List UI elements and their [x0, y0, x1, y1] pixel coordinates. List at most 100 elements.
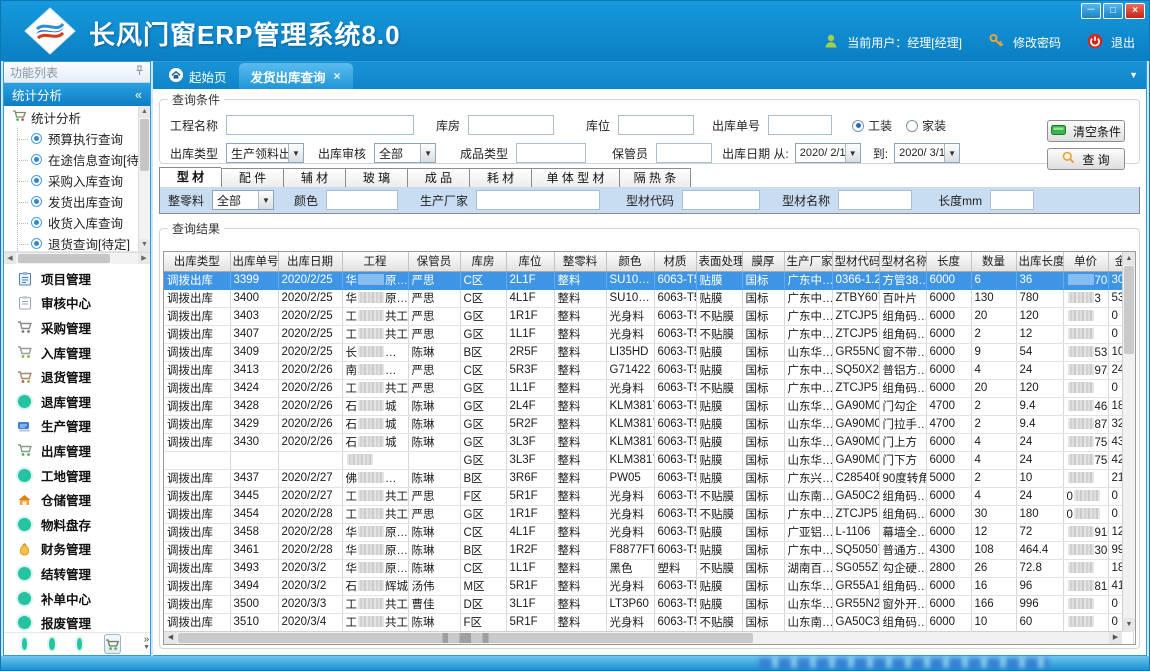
table-cell[interactable]: 窗不带…: [879, 343, 926, 361]
table-cell[interactable]: G区: [460, 451, 506, 469]
table-cell[interactable]: 陈琳: [408, 397, 460, 415]
table-cell[interactable]: 整料: [554, 433, 606, 451]
table-row[interactable]: 调拨出库34092020/2/25长…陈琳B区2R5F整料LI35HD6063-…: [164, 343, 1133, 361]
table-cell[interactable]: 6063-T5: [654, 451, 696, 469]
table-cell[interactable]: 组角码…: [879, 307, 926, 325]
table-cell[interactable]: 468: [1063, 397, 1108, 415]
table-cell[interactable]: [1063, 613, 1108, 631]
sidebar-item-生产管理[interactable]: 生产管理: [4, 414, 150, 439]
table-cell[interactable]: 6000: [926, 523, 971, 541]
table-cell[interactable]: 国标: [742, 325, 784, 343]
table-cell[interactable]: 4300: [926, 541, 971, 559]
table-cell[interactable]: 0: [1063, 505, 1108, 523]
column-header[interactable]: 膜厚: [742, 252, 784, 271]
column-header[interactable]: 库位: [506, 252, 554, 271]
table-cell[interactable]: GA90M06.: [832, 397, 879, 415]
tree-scroll-thumb[interactable]: [140, 119, 149, 171]
column-header[interactable]: 库房: [460, 252, 506, 271]
outbound-audit-select[interactable]: 全部▼: [374, 143, 436, 163]
sidebar-item-出库管理[interactable]: 出库管理: [4, 438, 150, 463]
table-cell[interactable]: 6: [971, 271, 1016, 289]
table-cell[interactable]: C28540B: [832, 469, 879, 487]
table-cell[interactable]: 6063-T5: [654, 379, 696, 397]
table-cell[interactable]: 6000: [926, 379, 971, 397]
whole-piece-select[interactable]: 全部▼: [212, 190, 274, 210]
table-cell[interactable]: 幕墙全…: [879, 523, 926, 541]
sidebar-item-退库管理[interactable]: 退库管理: [4, 389, 150, 414]
column-header[interactable]: 材质: [654, 252, 696, 271]
table-row[interactable]: 调拨出库34942020/3/2石辉城汤伟M区5R1F整料光身料6063-T5贴…: [164, 577, 1133, 595]
table-cell[interactable]: 3493: [230, 559, 278, 577]
table-row[interactable]: G区3L3F整料KLM38176063-T5贴膜国标山东华…GA90M09.门下…: [164, 451, 1133, 469]
table-cell[interactable]: 3R6F: [506, 469, 554, 487]
table-cell[interactable]: 6000: [926, 289, 971, 307]
table-cell[interactable]: 2020/2/28: [278, 541, 342, 559]
table-cell[interactable]: 整料: [554, 577, 606, 595]
table-cell[interactable]: 306: [1063, 541, 1108, 559]
table-cell[interactable]: 464.4: [1016, 541, 1063, 559]
table-cell[interactable]: 整料: [554, 271, 606, 289]
table-cell[interactable]: 国标: [742, 379, 784, 397]
table-cell[interactable]: 华原…: [342, 271, 408, 289]
table-cell[interactable]: GR55A11: [832, 577, 879, 595]
table-cell[interactable]: 6000: [926, 451, 971, 469]
table-cell[interactable]: 2020/2/26: [278, 415, 342, 433]
table-cell[interactable]: 广东中…: [784, 379, 832, 397]
table-cell[interactable]: 不贴膜: [696, 487, 742, 505]
sidebar-section-statistics[interactable]: 统计分析 «: [4, 83, 150, 106]
sidebar-item-入库管理[interactable]: 入库管理: [4, 340, 150, 365]
table-cell[interactable]: 广亚铝…: [784, 523, 832, 541]
table-cell[interactable]: 整料: [554, 379, 606, 397]
table-cell[interactable]: 长…: [342, 343, 408, 361]
table-cell[interactable]: 6063-T5: [654, 289, 696, 307]
table-cell[interactable]: 2R5F: [506, 343, 554, 361]
table-cell[interactable]: 3458: [230, 523, 278, 541]
table-cell[interactable]: 0: [1063, 487, 1108, 505]
column-header[interactable]: 长度: [926, 252, 971, 271]
table-cell[interactable]: SU10…: [606, 289, 654, 307]
table-cell[interactable]: [1063, 469, 1108, 487]
table-cell[interactable]: 整料: [554, 361, 606, 379]
table-cell[interactable]: 3494: [230, 577, 278, 595]
table-cell[interactable]: 4: [971, 361, 1016, 379]
table-cell[interactable]: B区: [460, 343, 506, 361]
column-header[interactable]: 单价: [1063, 252, 1108, 271]
table-cell[interactable]: L-1106: [832, 523, 879, 541]
table-cell[interactable]: 工共工程: [342, 487, 408, 505]
table-cell[interactable]: [1063, 307, 1108, 325]
table-cell[interactable]: [1063, 559, 1108, 577]
sidebar-item-补单中心[interactable]: 补单中心: [4, 586, 150, 611]
warehouse-input[interactable]: [468, 115, 554, 135]
table-cell[interactable]: 6063-T5: [654, 505, 696, 523]
table-cell[interactable]: 门拉手…: [879, 415, 926, 433]
table-cell[interactable]: 2020/2/28: [278, 523, 342, 541]
tree-vertical-scrollbar[interactable]: ▲ ▼: [138, 106, 150, 251]
table-cell[interactable]: 6063-T5: [654, 613, 696, 631]
table-cell[interactable]: 6063-T5: [654, 307, 696, 325]
table-cell[interactable]: 30: [971, 505, 1016, 523]
table-cell[interactable]: 整料: [554, 397, 606, 415]
table-cell[interactable]: 百叶片: [879, 289, 926, 307]
table-cell[interactable]: 6000: [926, 577, 971, 595]
table-row[interactable]: 调拨出库35102020/3/4工共工程陈琳F区5R1F整料光身料6063-T5…: [164, 613, 1133, 631]
table-cell[interactable]: C区: [460, 361, 506, 379]
table-cell[interactable]: 9.4: [1016, 415, 1063, 433]
table-cell[interactable]: 2020/2/26: [278, 379, 342, 397]
material-tab-耗材[interactable]: 耗 材: [469, 168, 531, 188]
table-cell[interactable]: 6063-T5: [654, 523, 696, 541]
table-cell[interactable]: 3: [1063, 289, 1108, 307]
table-cell[interactable]: 国标: [742, 487, 784, 505]
table-cell[interactable]: 山东华…: [784, 595, 832, 613]
table-cell[interactable]: 国标: [742, 613, 784, 631]
table-cell[interactable]: 国标: [742, 361, 784, 379]
tree-item[interactable]: 预算执行查询: [4, 128, 138, 149]
table-cell[interactable]: 3399: [230, 271, 278, 289]
table-cell[interactable]: 3428: [230, 397, 278, 415]
table-cell[interactable]: 勾企硬…: [879, 559, 926, 577]
table-cell[interactable]: 6063-T5: [654, 397, 696, 415]
table-cell[interactable]: 4: [971, 451, 1016, 469]
close-button[interactable]: ×: [1125, 3, 1145, 19]
table-cell[interactable]: 陈琳: [408, 415, 460, 433]
table-cell[interactable]: 2020/2/25: [278, 289, 342, 307]
table-cell[interactable]: 6063-T5: [654, 487, 696, 505]
